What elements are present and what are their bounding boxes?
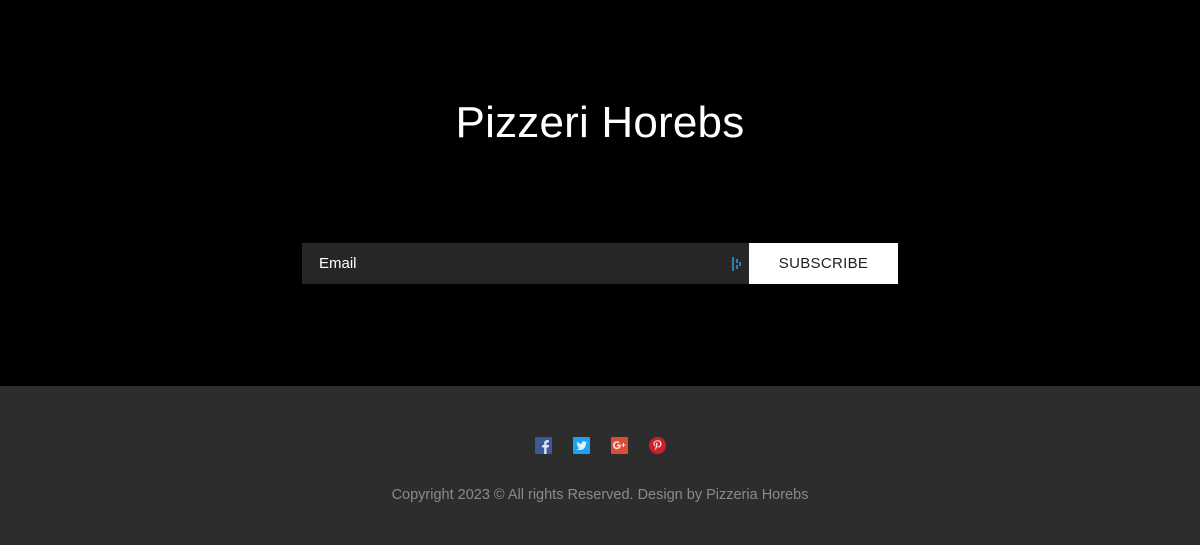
newsletter-section: Pizzeri Horebs SUBSCRIBE [0, 0, 1200, 386]
social-links [0, 437, 1200, 454]
subscribe-form: SUBSCRIBE [302, 243, 898, 284]
site-title: Pizzeri Horebs [455, 98, 745, 147]
email-field-wrapper [302, 243, 749, 284]
copyright-text: Copyright 2023 © All rights Reserved. De… [391, 487, 809, 503]
pinterest-icon[interactable] [648, 437, 666, 454]
google-plus-icon[interactable] [610, 437, 628, 454]
autofill-icon[interactable] [731, 256, 743, 272]
subscribe-button[interactable]: SUBSCRIBE [749, 243, 898, 284]
facebook-icon[interactable] [534, 437, 552, 454]
email-field[interactable] [302, 243, 749, 284]
twitter-icon[interactable] [572, 437, 590, 454]
footer: Copyright 2023 © All rights Reserved. De… [0, 386, 1200, 545]
